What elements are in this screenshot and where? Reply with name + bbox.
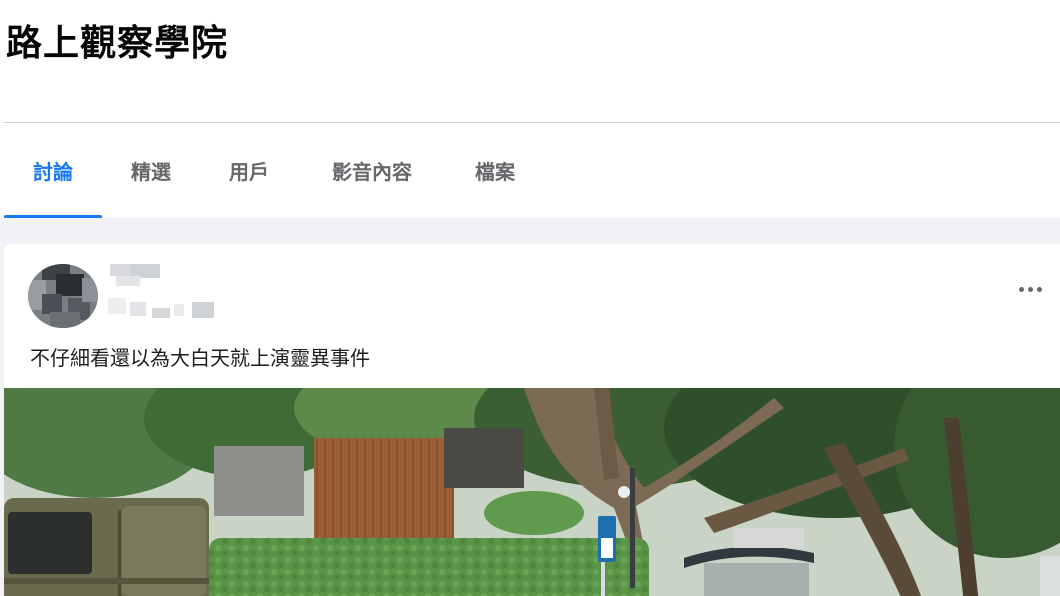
post-photo[interactable]: [4, 388, 1060, 596]
tab-members[interactable]: 用戶: [200, 123, 298, 218]
tab-featured[interactable]: 精選: [102, 123, 200, 218]
tab-files[interactable]: 檔案: [446, 123, 544, 218]
tab-media[interactable]: 影音內容: [298, 123, 446, 218]
more-horizontal-icon: [1018, 286, 1024, 292]
post-text: 不仔細看還以為大白天就上演靈異事件: [30, 346, 370, 370]
tab-discussion[interactable]: 討論: [4, 123, 102, 218]
author-info-blurred[interactable]: [108, 264, 218, 324]
avatar[interactable]: [28, 264, 98, 328]
group-title[interactable]: 路上觀察學院: [6, 14, 228, 66]
group-tabs: 討論 精選 用戶 影音內容 檔案: [4, 123, 544, 218]
more-options-button[interactable]: [1010, 274, 1050, 304]
post-card: 不仔細看還以為大白天就上演靈異事件: [4, 244, 1060, 596]
street-scene-image: [4, 388, 1060, 596]
group-header: 路上觀察學院 討論 精選 用戶 影音內容 檔案: [0, 0, 1060, 218]
